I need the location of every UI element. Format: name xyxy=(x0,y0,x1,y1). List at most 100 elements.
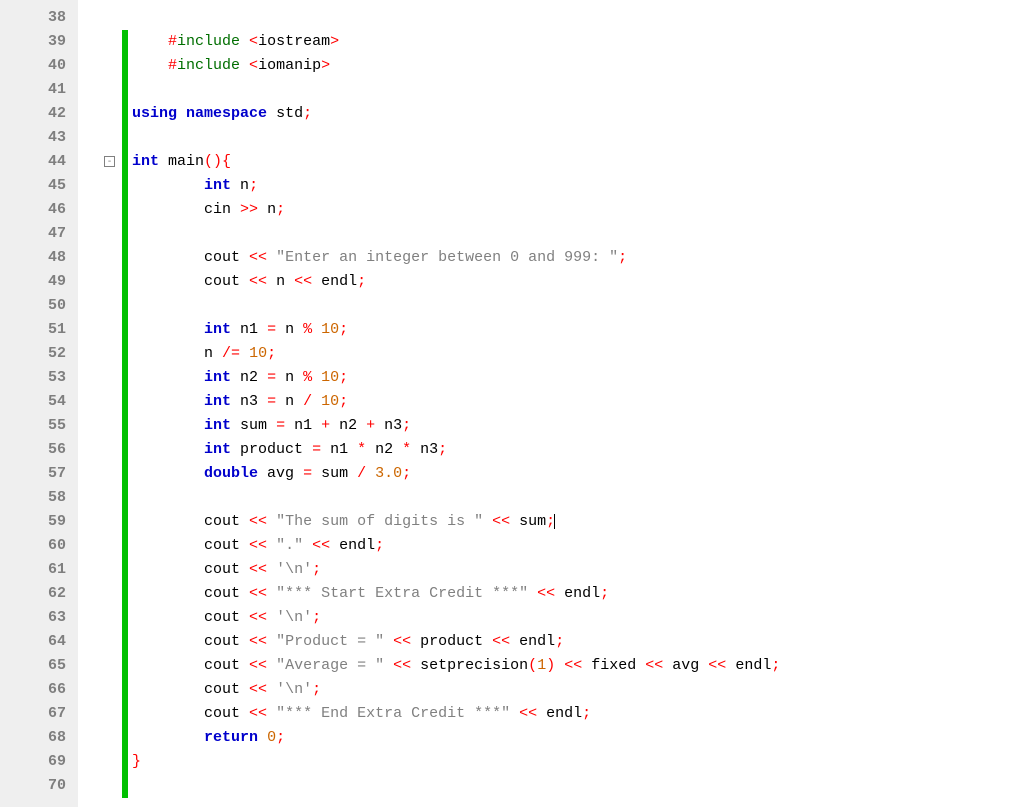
code-token: n xyxy=(204,345,222,362)
code-token: n1 xyxy=(285,417,321,434)
code-token: << xyxy=(312,537,330,554)
code-line[interactable]: cout << '\n'; xyxy=(132,558,1024,582)
code-token: avg xyxy=(663,657,708,674)
code-line[interactable]: cin >> n; xyxy=(132,198,1024,222)
code-line[interactable]: double avg = sum / 3.0; xyxy=(132,462,1024,486)
code-token xyxy=(267,105,276,122)
code-line[interactable]: cout << '\n'; xyxy=(132,606,1024,630)
code-line[interactable]: int n; xyxy=(132,174,1024,198)
code-line[interactable] xyxy=(132,774,1024,798)
code-token: /= xyxy=(222,345,240,362)
code-token: n1 xyxy=(321,441,357,458)
code-token: iostream xyxy=(258,33,330,50)
code-line[interactable]: cout << "Enter an integer between 0 and … xyxy=(132,246,1024,270)
code-token xyxy=(312,393,321,410)
code-line[interactable]: cout << "Product = " << product << endl; xyxy=(132,630,1024,654)
code-line[interactable]: cout << "." << endl; xyxy=(132,534,1024,558)
line-number: 66 xyxy=(0,678,66,702)
line-number: 59 xyxy=(0,510,66,534)
code-lines[interactable]: #include <iostream> #include <iomanip> us… xyxy=(132,6,1024,798)
line-number: 58 xyxy=(0,486,66,510)
code-line[interactable]: cout << "Average = " << setprecision(1) … xyxy=(132,654,1024,678)
line-number: 60 xyxy=(0,534,66,558)
code-token: cout xyxy=(204,657,249,674)
line-number: 47 xyxy=(0,222,66,246)
code-line[interactable]: cout << '\n'; xyxy=(132,678,1024,702)
code-line[interactable]: int n1 = n % 10; xyxy=(132,318,1024,342)
code-line[interactable]: cout << "*** Start Extra Credit ***" << … xyxy=(132,582,1024,606)
code-token: n xyxy=(276,321,303,338)
code-token: endl xyxy=(726,657,771,674)
code-token: = xyxy=(303,465,312,482)
code-token: cout xyxy=(204,681,249,698)
code-token: int xyxy=(132,153,159,170)
code-token: n3 xyxy=(231,393,267,410)
fold-toggle[interactable]: - xyxy=(104,156,115,167)
code-line[interactable]: } xyxy=(132,750,1024,774)
code-line[interactable]: int main(){ xyxy=(132,150,1024,174)
code-line[interactable]: int product = n1 * n2 * n3; xyxy=(132,438,1024,462)
code-line[interactable]: int sum = n1 + n2 + n3; xyxy=(132,414,1024,438)
code-token xyxy=(240,345,249,362)
code-line[interactable]: cout << n << endl; xyxy=(132,270,1024,294)
code-line[interactable]: n /= 10; xyxy=(132,342,1024,366)
code-token: int xyxy=(204,369,231,386)
code-line[interactable]: int n3 = n / 10; xyxy=(132,390,1024,414)
code-token: iomanip xyxy=(258,57,321,74)
code-token: avg xyxy=(258,465,303,482)
code-token: "*** End Extra Credit ***" xyxy=(276,705,510,722)
code-line[interactable]: #include <iostream> xyxy=(132,30,1024,54)
code-token: << xyxy=(492,633,510,650)
code-token: 10 xyxy=(321,321,339,338)
code-token: ; xyxy=(582,705,591,722)
code-token: 10 xyxy=(321,369,339,386)
code-editor[interactable]: 3839404142434445464748495051525354555657… xyxy=(0,0,1024,807)
code-token: ; xyxy=(312,561,321,578)
code-token xyxy=(303,537,312,554)
line-number: 65 xyxy=(0,654,66,678)
code-token xyxy=(267,657,276,674)
code-token: << xyxy=(294,273,312,290)
line-number: 54 xyxy=(0,390,66,414)
line-number: 38 xyxy=(0,6,66,30)
code-line[interactable] xyxy=(132,78,1024,102)
line-number: 70 xyxy=(0,774,66,798)
code-token: = xyxy=(267,393,276,410)
code-line[interactable] xyxy=(132,486,1024,510)
code-token: ) xyxy=(546,657,555,674)
code-token: n xyxy=(267,273,294,290)
code-token: >> xyxy=(240,201,258,218)
code-token: ; xyxy=(600,585,609,602)
code-token xyxy=(267,633,276,650)
code-token: / xyxy=(357,465,366,482)
line-number: 51 xyxy=(0,318,66,342)
code-token: main xyxy=(159,153,204,170)
code-token: 0 xyxy=(267,729,276,746)
code-area[interactable]: - #include <iostream> #include <iomanip>… xyxy=(78,0,1024,807)
code-line[interactable]: cout << "*** End Extra Credit ***" << en… xyxy=(132,702,1024,726)
code-token: ; xyxy=(618,249,627,266)
code-token: "Product = " xyxy=(276,633,384,650)
code-token: = xyxy=(267,369,276,386)
code-token: ; xyxy=(249,177,258,194)
code-line[interactable] xyxy=(132,294,1024,318)
code-line[interactable]: return 0; xyxy=(132,726,1024,750)
code-token: setprecision xyxy=(411,657,528,674)
code-line[interactable]: int n2 = n % 10; xyxy=(132,366,1024,390)
code-token xyxy=(510,705,519,722)
code-token: n xyxy=(231,177,249,194)
code-line[interactable] xyxy=(132,6,1024,30)
code-token: int xyxy=(204,441,231,458)
code-line[interactable]: cout << "The sum of digits is " << sum; xyxy=(132,510,1024,534)
code-token: ; xyxy=(339,393,348,410)
code-token: '\n' xyxy=(276,681,312,698)
code-line[interactable]: #include <iomanip> xyxy=(132,54,1024,78)
code-token: * xyxy=(402,441,411,458)
code-line[interactable] xyxy=(132,126,1024,150)
line-number: 57 xyxy=(0,462,66,486)
code-line[interactable]: using namespace std; xyxy=(132,102,1024,126)
line-number: 48 xyxy=(0,246,66,270)
line-number: 67 xyxy=(0,702,66,726)
code-line[interactable] xyxy=(132,222,1024,246)
code-token: << xyxy=(249,585,267,602)
